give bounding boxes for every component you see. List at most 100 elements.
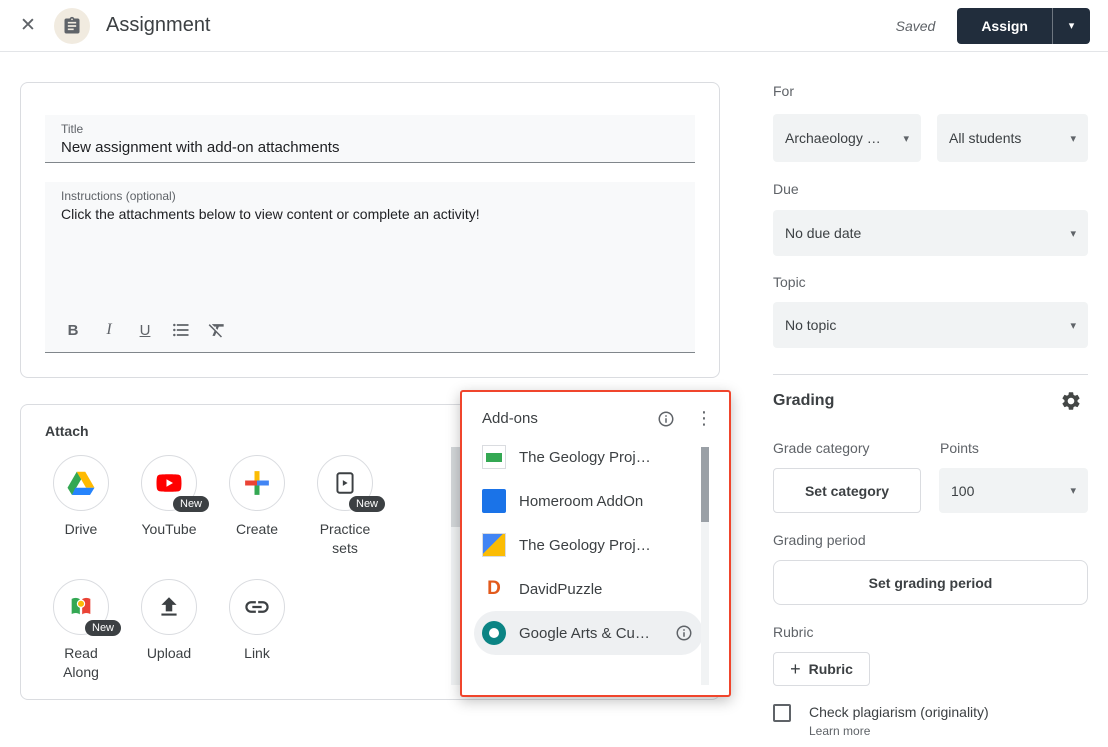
class-select-value: Archaeology … xyxy=(785,130,881,146)
points-value: 100 xyxy=(951,483,974,499)
bulleted-list-button[interactable] xyxy=(163,316,199,344)
settings-sidebar: For Archaeology … ▾ All students ▾ Due N… xyxy=(752,52,1108,747)
topic-select[interactable]: No topic ▾ xyxy=(773,302,1088,348)
addon-item-geology-1[interactable]: The Geology Proj… xyxy=(462,435,729,479)
topic-label: Topic xyxy=(773,274,806,290)
assignment-icon xyxy=(54,8,90,44)
practice-sets-icon xyxy=(332,470,358,496)
chevron-down-icon: ▾ xyxy=(1070,227,1076,240)
due-select-value: No due date xyxy=(785,225,861,241)
topic-select-value: No topic xyxy=(785,317,836,333)
addons-scrollbar-thumb[interactable] xyxy=(701,447,709,522)
points-label: Points xyxy=(940,440,979,456)
addons-menu-button[interactable]: ⋮ xyxy=(695,408,713,429)
attach-scrollbar-thumb[interactable] xyxy=(451,447,460,527)
geology-project-icon xyxy=(482,445,506,469)
attach-scrollbar xyxy=(451,447,460,685)
assignment-form-card: Title New assignment with add-on attachm… xyxy=(20,82,720,378)
close-button[interactable]: ✕ xyxy=(12,10,44,42)
drive-icon xyxy=(66,468,96,498)
addon-label: The Geology Proj… xyxy=(519,449,695,466)
students-select[interactable]: All students ▾ xyxy=(937,114,1088,162)
set-grading-period-button[interactable]: Set grading period xyxy=(773,560,1088,605)
chevron-down-icon: ▾ xyxy=(903,132,909,145)
attach-item-label: Create xyxy=(213,520,301,539)
divider xyxy=(773,374,1088,375)
for-label: For xyxy=(773,83,794,99)
clear-formatting-button[interactable] xyxy=(199,316,235,344)
addon-label: Google Arts & Cu… xyxy=(519,625,662,642)
davidpuzzle-icon: D xyxy=(482,577,506,601)
clear-formatting-icon xyxy=(207,320,227,340)
addons-popup: Add-ons ⋮ The Geology Proj… Homeroom Add… xyxy=(460,390,731,697)
grading-period-label: Grading period xyxy=(773,532,866,548)
grading-settings-button[interactable] xyxy=(1060,390,1082,417)
grading-title: Grading xyxy=(773,392,834,410)
instructions-label: Instructions (optional) xyxy=(61,189,679,203)
addon-item-davidpuzzle[interactable]: D DavidPuzzle xyxy=(462,567,729,611)
addon-item-homeroom[interactable]: Homeroom AddOn xyxy=(462,479,729,523)
rubric-label: Rubric xyxy=(773,624,813,640)
info-icon xyxy=(675,624,693,642)
instructions-value: Click the attachments below to view cont… xyxy=(61,206,679,222)
google-arts-culture-icon xyxy=(482,621,506,645)
instructions-field[interactable]: Instructions (optional) Click the attach… xyxy=(45,182,695,353)
upload-icon xyxy=(156,594,182,620)
bulleted-list-icon xyxy=(171,320,191,340)
app-header: ✕ Assignment Saved Assign ▾ xyxy=(0,0,1108,52)
page-title: Assignment xyxy=(106,14,211,37)
plus-icon: + xyxy=(790,659,801,680)
class-select[interactable]: Archaeology … ▾ xyxy=(773,114,921,162)
italic-button[interactable]: I xyxy=(91,316,127,344)
more-vert-icon: ⋮ xyxy=(695,408,713,428)
attach-item-label: Practice sets xyxy=(313,520,377,558)
formatting-toolbar: B I U xyxy=(55,316,235,344)
read-along-icon xyxy=(67,593,95,621)
set-grading-period-label: Set grading period xyxy=(869,575,993,591)
add-rubric-button[interactable]: + Rubric xyxy=(773,652,870,686)
link-icon xyxy=(243,593,271,621)
title-value: New assignment with add-on attachments xyxy=(61,139,679,156)
addon-item-geology-2[interactable]: The Geology Proj… xyxy=(462,523,729,567)
attach-item-label: Link xyxy=(213,644,301,663)
underline-button[interactable]: U xyxy=(127,316,163,344)
clipboard-icon xyxy=(62,16,82,36)
due-select[interactable]: No due date ▾ xyxy=(773,210,1088,256)
addons-header: Add-ons ⋮ xyxy=(462,392,729,435)
new-badge: New xyxy=(85,620,121,636)
attach-item-label: Drive xyxy=(37,520,125,539)
addon-label: DavidPuzzle xyxy=(519,581,695,598)
chevron-down-icon: ▾ xyxy=(1070,319,1076,332)
chevron-down-icon: ▾ xyxy=(1070,132,1076,145)
addon-info-button[interactable] xyxy=(675,624,693,642)
create-button[interactable]: Create xyxy=(213,455,301,539)
set-category-select[interactable]: Set category xyxy=(773,468,921,513)
youtube-button[interactable]: New YouTube xyxy=(125,455,213,539)
info-icon xyxy=(657,410,675,428)
addon-item-google-arts[interactable]: Google Arts & Cu… xyxy=(474,611,703,655)
geology-project-icon xyxy=(482,533,506,557)
chevron-down-icon: ▾ xyxy=(1069,19,1075,32)
attach-item-label: YouTube xyxy=(125,520,213,539)
addons-title: Add-ons xyxy=(482,410,657,427)
link-button[interactable]: Link xyxy=(213,579,301,663)
plagiarism-checkbox[interactable] xyxy=(773,704,791,722)
rubric-button-label: Rubric xyxy=(809,661,853,677)
title-label: Title xyxy=(61,122,679,136)
read-along-button[interactable]: New Read Along xyxy=(37,579,125,682)
addon-label: The Geology Proj… xyxy=(519,537,695,554)
new-badge: New xyxy=(173,496,209,512)
assign-dropdown-button[interactable]: ▾ xyxy=(1053,8,1090,44)
attach-item-label: Read Along xyxy=(49,644,113,682)
points-select[interactable]: 100 ▾ xyxy=(939,468,1088,513)
addons-info-button[interactable] xyxy=(657,410,675,428)
drive-button[interactable]: Drive xyxy=(37,455,125,539)
practice-sets-button[interactable]: New Practice sets xyxy=(301,455,389,558)
title-field[interactable]: Title New assignment with add-on attachm… xyxy=(45,115,695,163)
assign-button[interactable]: Assign xyxy=(957,8,1053,44)
learn-more-link[interactable]: Learn more xyxy=(809,724,870,738)
bold-button[interactable]: B xyxy=(55,316,91,344)
grade-category-label: Grade category xyxy=(773,440,870,456)
attach-item-label: Upload xyxy=(125,644,213,663)
upload-button[interactable]: Upload xyxy=(125,579,213,663)
